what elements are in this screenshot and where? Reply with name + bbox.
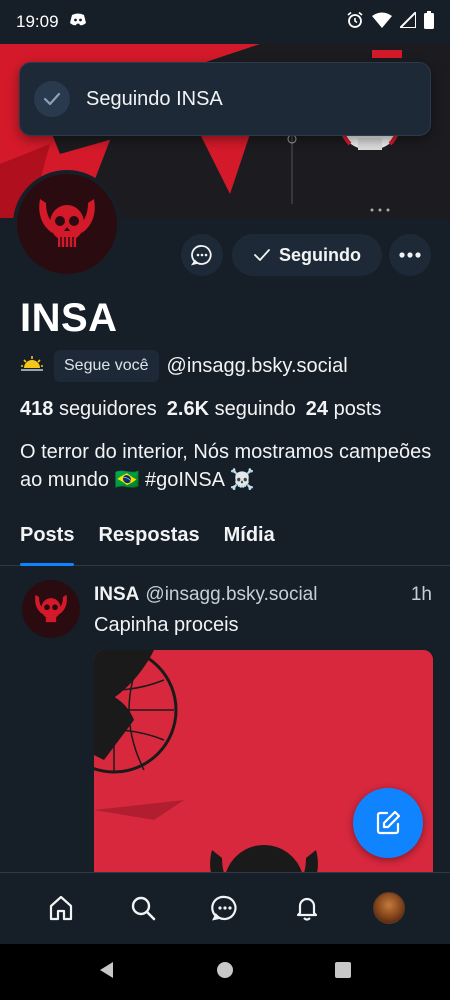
profile-handle: @insagg.bsky.social [166, 354, 348, 377]
bottom-nav [0, 872, 450, 942]
post-text: Capinha proceis [94, 614, 239, 636]
profile-name: INSA [20, 296, 118, 340]
alarm-icon [346, 11, 364, 34]
following-count: 2.6K [166, 398, 210, 420]
tab-media[interactable]: Mídia [224, 520, 275, 565]
check-icon [254, 249, 270, 261]
profile-avatar [373, 891, 405, 924]
followers-label: seguidores [58, 398, 157, 420]
post-author-avatar[interactable] [22, 580, 80, 638]
nav-search[interactable] [119, 884, 167, 932]
bell-icon [296, 897, 318, 921]
profile-bio: O terror do interior, Nós mostramos camp… [20, 441, 432, 491]
nav-messages[interactable] [201, 884, 249, 932]
home-icon [49, 895, 73, 920]
signal-icon [397, 9, 417, 33]
compose-icon [376, 810, 401, 835]
posts-stat: 24 posts [306, 398, 382, 421]
profile-tabs: Posts Respostas Mídia [0, 520, 450, 566]
insa-logo [35, 594, 67, 623]
follow-toast: Seguindo INSA [19, 62, 431, 136]
tab-posts[interactable]: Posts [20, 520, 75, 566]
recents-icon[interactable] [334, 961, 352, 984]
post-author-name[interactable]: INSA [94, 584, 139, 606]
nav-home[interactable] [37, 884, 85, 932]
followers-stat[interactable]: 418 seguidores [20, 398, 157, 421]
chat-icon [191, 245, 212, 266]
profile-avatar[interactable] [13, 170, 121, 278]
following-button-label: Seguindo [279, 244, 361, 265]
sun-icon [20, 354, 46, 378]
post-header: INSA @insagg.bsky.social 1h [94, 584, 432, 606]
search-icon [131, 896, 156, 920]
back-icon[interactable] [98, 961, 116, 984]
more-options-button[interactable] [389, 234, 431, 276]
tab-replies[interactable]: Respostas [98, 520, 199, 565]
nav-notifications[interactable] [283, 884, 331, 932]
post-time: 1h [410, 584, 432, 605]
nav-profile[interactable] [365, 884, 413, 932]
follows-you-badge: Segue você [54, 350, 159, 382]
message-button[interactable] [181, 234, 223, 276]
profile-stats: 418 seguidores 2.6K seguindo 24 posts [20, 398, 381, 421]
posts-count: 24 [305, 398, 329, 420]
compose-button[interactable] [353, 788, 423, 858]
chat-icon [211, 895, 237, 921]
following-label: seguindo [214, 398, 296, 420]
ellipsis-icon [399, 252, 421, 258]
post-author-handle[interactable]: @insagg.bsky.social [145, 584, 317, 606]
status-time: 19:09 [16, 12, 59, 31]
system-nav-bar [0, 944, 450, 1000]
check-icon [34, 81, 70, 117]
toast-message: Seguindo INSA [86, 87, 223, 110]
insa-logo [39, 199, 95, 247]
posts-label: posts [333, 398, 382, 420]
followers-count: 418 [20, 398, 54, 420]
battery-icon [424, 10, 434, 34]
wifi-icon [372, 12, 392, 33]
following-stat[interactable]: 2.6K seguindo [167, 398, 296, 421]
following-button[interactable]: Seguindo [232, 234, 382, 276]
home-circle-icon[interactable] [216, 961, 234, 984]
profile-meta: Segue você @insagg.bsky.social [20, 350, 348, 382]
discord-icon [69, 13, 87, 32]
status-bar: 19:09 [0, 0, 450, 44]
